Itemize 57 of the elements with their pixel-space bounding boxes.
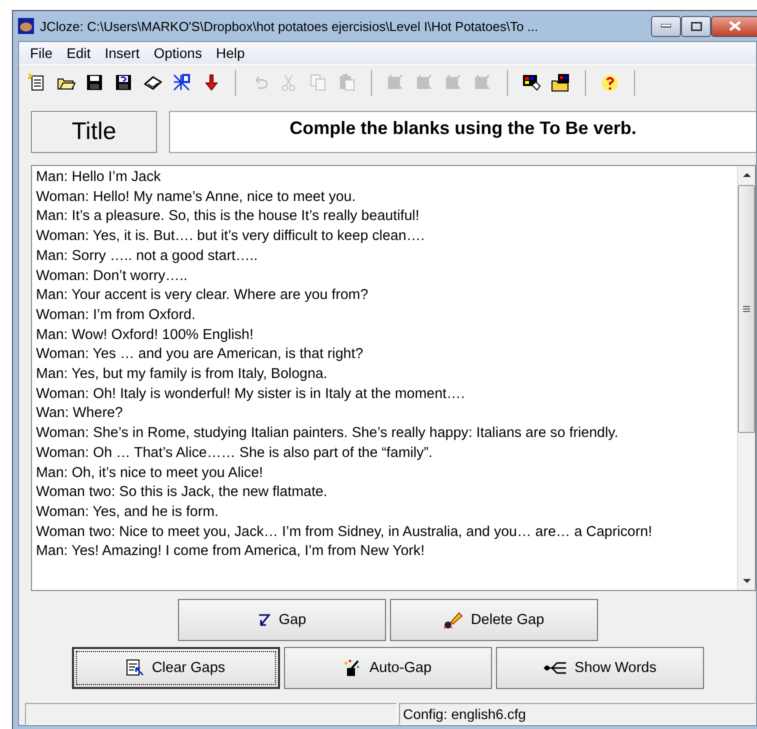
text-line: Woman: Yes, it is. But…. but it’s very difficult to keep clean…. bbox=[36, 227, 426, 246]
help-icon[interactable] bbox=[600, 73, 620, 93]
menu-item[interactable]: Edit bbox=[60, 43, 98, 63]
book-icon[interactable] bbox=[143, 73, 163, 93]
menu-item[interactable]: Options bbox=[146, 43, 209, 63]
words-button[interactable]: Show Words bbox=[496, 647, 704, 689]
magic-wand-icon bbox=[343, 659, 362, 677]
window-title: JCloze: C:\Users\MARKO'S\Dropbox\hot potatoes ejercisios\Level I\Hot Potatoes\To ... bbox=[40, 18, 540, 34]
text-line: Man: Sorry ….. not a good start….. bbox=[36, 246, 259, 266]
menu-item[interactable]: File bbox=[23, 43, 60, 63]
gap-button[interactable]: Gap bbox=[178, 599, 386, 641]
delete-button[interactable]: Delete Gap bbox=[390, 599, 598, 641]
scrollbar[interactable] bbox=[737, 166, 755, 590]
folder-palette-icon[interactable] bbox=[551, 73, 571, 93]
close-button[interactable] bbox=[711, 16, 757, 36]
menu-item[interactable]: Insert bbox=[98, 43, 147, 63]
maximize-icon bbox=[690, 22, 702, 30]
maximize-button[interactable] bbox=[681, 16, 711, 36]
status-text: Config: english6.cfg bbox=[399, 703, 756, 725]
scroll-up-icon[interactable] bbox=[742, 172, 750, 177]
text-line: Woman: I’m from Oxford. bbox=[36, 306, 196, 325]
scroll-down-icon[interactable] bbox=[742, 579, 750, 584]
document-cursor-icon bbox=[126, 659, 144, 677]
text-line: Man: Yes! Amazing! I come from America, I’m from New York! bbox=[36, 542, 426, 562]
web-grid-icon[interactable] bbox=[172, 73, 192, 93]
auto-button[interactable]: Auto-Gap bbox=[284, 647, 492, 689]
text-line: Woman: Oh … That’s Alice…… She is also part of the “family”. bbox=[36, 444, 434, 463]
grip-icon bbox=[743, 306, 750, 312]
text-line: Man: It’s a pleasure. So, this is the house It’s really beautiful! bbox=[36, 207, 420, 226]
text-line: Man: Wow! Oxford! 100% English! bbox=[36, 326, 254, 345]
text-line: Woman: Oh! Italy is wonderful! My sister is in Italy at the moment…. bbox=[36, 384, 466, 404]
text-line: Woman: Yes … and you are American, is that right? bbox=[36, 345, 364, 364]
minimize-icon bbox=[661, 24, 671, 28]
text-editor[interactable] bbox=[31, 165, 756, 591]
text-line: Woman two: Nice to meet you, Jack… I’m from Sidney, in Australia, and you… are… a Capricorn! bbox=[36, 522, 654, 542]
palette-icon[interactable] bbox=[522, 73, 542, 93]
text-line: Woman: Don’t worry….. bbox=[36, 266, 188, 286]
title-field[interactable]: Comple the blanks using the To Be verb. bbox=[169, 111, 756, 153]
text-line: Woman: She’s in Rome, studying Italian painters. She’s really happy: Italians are so friendly. bbox=[36, 424, 620, 444]
text-line: Man: Hello I’m Jack bbox=[36, 168, 162, 187]
gap-arrow-icon bbox=[256, 613, 271, 627]
menu-item[interactable]: Help bbox=[208, 43, 252, 63]
text-line: Woman: Yes, and he is form. bbox=[36, 502, 220, 522]
text-line: Man: Oh, it’s nice to meet you Alice! bbox=[36, 464, 264, 483]
tree-branch-icon bbox=[542, 660, 567, 676]
text-line: Man: Your accent is very clear. Where are you from? bbox=[36, 286, 370, 306]
text-line: Woman: Hello! My name’s Anne, nice to meet you. bbox=[36, 188, 357, 207]
text-line: Man: Yes, but my family is from Italy, Bologna. bbox=[36, 365, 328, 384]
text-line: Wan: Where? bbox=[36, 404, 124, 424]
title-button[interactable]: Title bbox=[31, 111, 157, 153]
minimize-button[interactable] bbox=[651, 16, 681, 36]
clear-button[interactable]: Clear Gaps bbox=[72, 647, 280, 689]
floppy-disk-question-icon[interactable] bbox=[114, 73, 134, 93]
text-line: Woman two: So this is Jack, the new flatmate. bbox=[36, 483, 328, 502]
eraser-icon bbox=[442, 610, 463, 630]
app-icon bbox=[18, 18, 34, 34]
close-icon bbox=[729, 21, 741, 31]
